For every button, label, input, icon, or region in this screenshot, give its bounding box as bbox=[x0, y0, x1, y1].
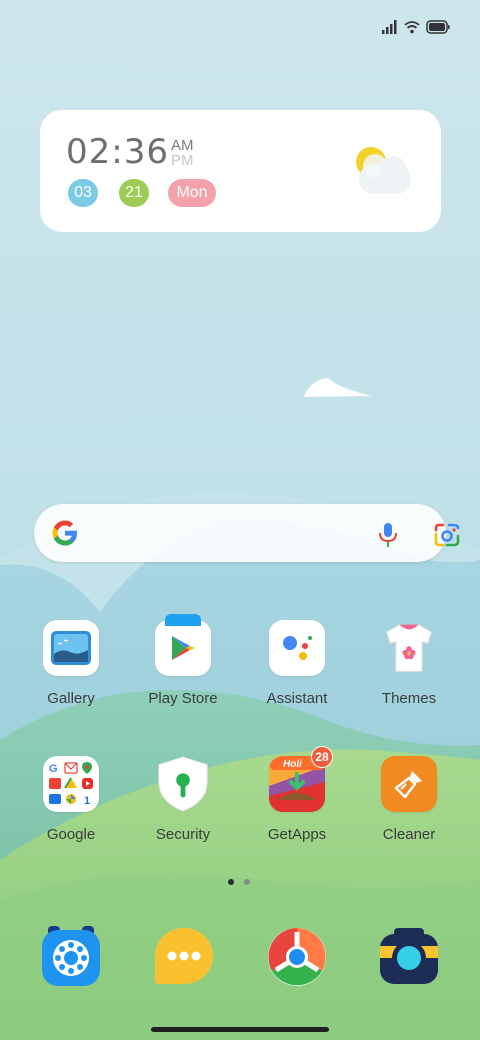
app-label: GetApps bbox=[267, 826, 327, 843]
app-label: Gallery bbox=[47, 690, 95, 707]
security-icon bbox=[155, 756, 211, 812]
google-lens-icon[interactable] bbox=[433, 522, 461, 548]
app-label: Cleaner bbox=[382, 826, 436, 843]
app-label: Play Store bbox=[148, 690, 218, 707]
signal-icon bbox=[382, 20, 397, 34]
page-dot[interactable] bbox=[244, 879, 250, 885]
svg-text:G: G bbox=[49, 763, 58, 775]
day-pill: 21 bbox=[119, 179, 149, 207]
play-store-icon bbox=[155, 614, 211, 676]
browser-icon[interactable] bbox=[266, 926, 328, 988]
google-search-bar[interactable] bbox=[34, 504, 460, 562]
app-themes[interactable]: Themes bbox=[354, 620, 464, 707]
page-dot-active[interactable] bbox=[228, 879, 234, 885]
home-indicator[interactable] bbox=[151, 1027, 329, 1032]
app-play-store[interactable]: Play Store bbox=[128, 614, 238, 707]
themes-icon bbox=[381, 620, 437, 676]
svg-text:1: 1 bbox=[84, 795, 90, 807]
status-bar bbox=[382, 16, 450, 38]
clock-widget[interactable]: 02:36 AM PM 03 21 Mon bbox=[40, 110, 441, 232]
messages-icon[interactable] bbox=[153, 926, 215, 988]
camera-icon[interactable] bbox=[378, 926, 440, 988]
app-security[interactable]: Security bbox=[128, 756, 238, 843]
app-assistant[interactable]: Assistant bbox=[242, 620, 352, 707]
month-pill: 03 bbox=[68, 179, 98, 207]
google-g-icon bbox=[52, 520, 77, 546]
assistant-icon bbox=[269, 620, 325, 676]
pm-indicator: PM bbox=[171, 152, 194, 169]
app-getapps[interactable]: Holi 28 GetApps bbox=[242, 746, 352, 843]
getapps-icon: Holi 28 bbox=[269, 746, 333, 812]
weather-partly-cloudy-icon bbox=[356, 147, 411, 194]
getapps-banner: Holi bbox=[283, 759, 302, 770]
app-google-folder[interactable]: G 1 Google bbox=[16, 756, 126, 843]
battery-icon bbox=[426, 20, 450, 34]
notification-badge: 28 bbox=[311, 746, 333, 768]
app-label: Security bbox=[155, 826, 211, 843]
app-label: Assistant bbox=[266, 690, 328, 707]
clock-time: 02:36 bbox=[66, 132, 169, 172]
cleaner-icon bbox=[381, 756, 437, 812]
wifi-icon bbox=[404, 21, 420, 34]
app-label: Google bbox=[46, 826, 96, 843]
app-gallery[interactable]: Gallery bbox=[16, 620, 126, 707]
gallery-icon bbox=[43, 620, 99, 676]
phone-icon[interactable] bbox=[40, 926, 102, 988]
app-label: Themes bbox=[381, 690, 437, 707]
app-cleaner[interactable]: Cleaner bbox=[354, 756, 464, 843]
google-folder-icon: G 1 bbox=[43, 756, 99, 812]
weekday-pill: Mon bbox=[168, 179, 216, 207]
microphone-icon[interactable] bbox=[377, 522, 399, 548]
page-indicator[interactable] bbox=[228, 879, 250, 885]
